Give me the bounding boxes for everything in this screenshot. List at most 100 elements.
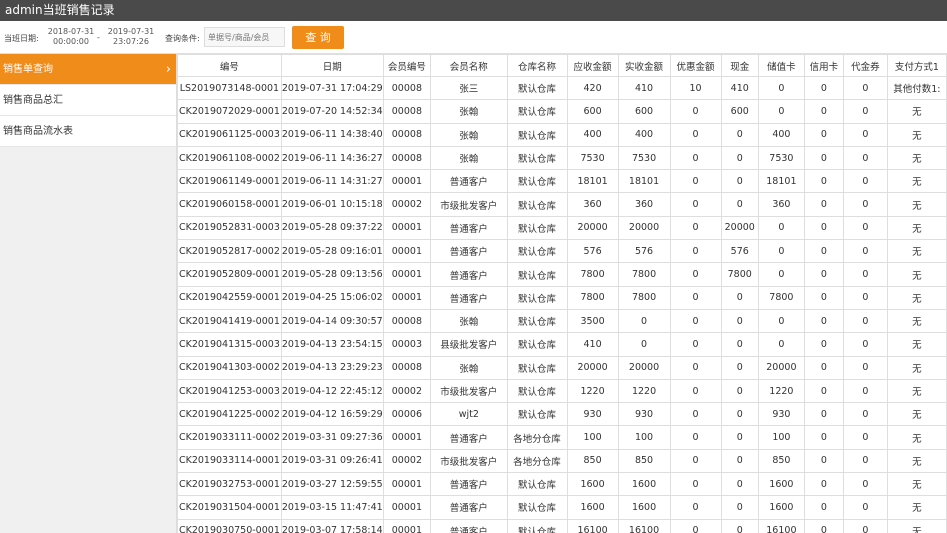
- table-cell: 400: [617, 122, 671, 147]
- column-header[interactable]: 会员编号: [382, 54, 432, 77]
- column-header[interactable]: 会员名称: [430, 54, 508, 77]
- table-cell: 0: [720, 308, 759, 334]
- table-row[interactable]: CK2019072029-0001 2019-07-20 14:52:34 0000…: [177, 99, 947, 124]
- table-cell: 默认仓库: [506, 472, 568, 497]
- table-row[interactable]: CK2019033114-0001 2019-03-31 09:26:41 0000…: [177, 448, 947, 474]
- table-row[interactable]: CK2019052817-0002 2019-05-28 09:16:01 0000…: [177, 239, 947, 264]
- table-cell: CK2019060158-0001: [177, 192, 282, 217]
- table-cell: 其他付数1:: [886, 75, 947, 101]
- table-cell: 1600: [757, 472, 805, 497]
- end-datetime[interactable]: 2019-07-31 23:07:26: [106, 27, 156, 47]
- column-header[interactable]: 信用卡: [803, 54, 844, 77]
- table-cell: 张翰: [430, 122, 508, 147]
- table-cell: 360: [566, 192, 619, 217]
- start-date: 2018-07-31: [47, 27, 95, 36]
- table-row[interactable]: CK2019041419-0001 2019-04-14 09:30:57 0000…: [177, 308, 947, 334]
- table-cell: 0: [803, 355, 844, 380]
- table-cell: 0: [669, 122, 722, 147]
- table-cell: 0: [842, 122, 888, 147]
- column-header[interactable]: 编号: [177, 54, 282, 77]
- table-row[interactable]: CK2019061108-0002 2019-06-11 14:36:27 0000…: [177, 145, 947, 171]
- table-row[interactable]: CK2019032753-0001 2019-03-27 12:59:55 0000…: [177, 472, 947, 497]
- table-cell: 20000: [617, 355, 671, 380]
- table-cell: 0: [757, 215, 805, 241]
- column-header[interactable]: 优惠金额: [669, 54, 722, 77]
- table-cell: 7800: [617, 262, 671, 287]
- table-cell: 0: [617, 332, 671, 357]
- table-row[interactable]: CK2019033111-0002 2019-03-31 09:27:36 0000…: [177, 425, 947, 450]
- table-cell: 0: [757, 308, 805, 334]
- table-cell: 0: [842, 495, 888, 520]
- table-cell: 00002: [382, 448, 432, 474]
- table-cell: 0: [757, 239, 805, 264]
- sidebar-item-sales-flow[interactable]: 销售商品流水表: [0, 116, 176, 147]
- table-row[interactable]: CK2019041315-0003 2019-04-13 23:54:15 0000…: [177, 332, 947, 357]
- table-row[interactable]: CK2019041303-0002 2019-04-13 23:29:23 0000…: [177, 355, 947, 380]
- table-row[interactable]: CK2019060158-0001 2019-06-01 10:15:18 0000…: [177, 192, 947, 217]
- table-cell: 0: [842, 239, 888, 264]
- table-row[interactable]: CK2019041253-0003 2019-04-12 22:45:12 0000…: [177, 378, 947, 404]
- query-button[interactable]: 查 询: [292, 26, 344, 49]
- table-cell: 410: [617, 75, 671, 101]
- table-cell: 0: [842, 169, 888, 194]
- column-header[interactable]: 支付方式1: [886, 54, 947, 77]
- start-datetime[interactable]: 2018-07-31 00:00:00: [46, 27, 96, 47]
- table-cell: 2019-05-28 09:13:56: [280, 262, 384, 287]
- table-cell: 0: [842, 308, 888, 334]
- table-cell: 张三: [430, 75, 508, 101]
- table-row[interactable]: CK2019030750-0001 2019-03-07 17:58:14 0000…: [177, 518, 947, 533]
- table-cell: 普通客户: [430, 169, 508, 194]
- table-row[interactable]: CK2019052831-0003 2019-05-28 09:37:22 0000…: [177, 215, 947, 241]
- table-cell: 360: [617, 192, 671, 217]
- table-row[interactable]: CK2019041225-0002 2019-04-12 16:59:29 0000…: [177, 402, 947, 427]
- table-cell: 无: [886, 448, 947, 474]
- table-cell: 0: [720, 355, 759, 380]
- table-cell: 3500: [566, 308, 619, 334]
- table-cell: 930: [757, 402, 805, 427]
- table-cell: 市级批发客户: [430, 192, 508, 217]
- table-row[interactable]: CK2019061125-0003 2019-06-11 14:38:40 0000…: [177, 122, 947, 147]
- table-cell: 0: [720, 425, 759, 450]
- table-cell: 0: [720, 122, 759, 147]
- table-cell: 0: [842, 215, 888, 241]
- table-cell: 普通客户: [430, 215, 508, 241]
- table-cell: 00001: [382, 495, 432, 520]
- sidebar-item-sales-summary[interactable]: 销售商品总汇: [0, 85, 176, 116]
- table-row[interactable]: LS2019073148-0001 2019-07-31 17:04:29 0000…: [177, 75, 947, 101]
- search-input[interactable]: [204, 27, 285, 47]
- table-cell: 无: [886, 99, 947, 124]
- column-header[interactable]: 应收金额: [566, 54, 619, 77]
- table-row[interactable]: CK2019031504-0001 2019-03-15 11:47:41 0000…: [177, 495, 947, 520]
- table-row[interactable]: CK2019042559-0001 2019-04-25 15:06:02 0000…: [177, 285, 947, 310]
- table-cell: 00001: [382, 169, 432, 194]
- table-cell: 2019-04-12 16:59:29: [280, 402, 384, 427]
- table-cell: 普通客户: [430, 262, 508, 287]
- table-cell: 930: [617, 402, 671, 427]
- table-row[interactable]: CK2019061149-0001 2019-06-11 14:31:27 0000…: [177, 169, 947, 194]
- column-header[interactable]: 实收金额: [617, 54, 671, 77]
- sidebar: 销售单查询 › 销售商品总汇 销售商品流水表: [0, 54, 176, 533]
- column-header[interactable]: 日期: [280, 54, 384, 77]
- table-row[interactable]: CK2019052809-0001 2019-05-28 09:13:56 0000…: [177, 262, 947, 287]
- table-cell: 无: [886, 169, 947, 194]
- table-cell: 市级批发客户: [430, 448, 508, 474]
- table-cell: 2019-03-31 09:26:41: [280, 448, 384, 474]
- table-cell: wjt2: [430, 402, 508, 427]
- column-header[interactable]: 储值卡: [757, 54, 805, 77]
- sidebar-item-sales-order-query[interactable]: 销售单查询 ›: [0, 54, 176, 85]
- table-cell: 00001: [382, 425, 432, 450]
- table-cell: 0: [842, 145, 888, 171]
- table-cell: 2019-07-20 14:52:34: [280, 99, 384, 124]
- table-cell: 2019-07-31 17:04:29: [280, 75, 384, 101]
- column-header[interactable]: 现金: [720, 54, 759, 77]
- table-cell: 0: [842, 262, 888, 287]
- table-cell: 7800: [617, 285, 671, 310]
- column-header[interactable]: 代金券: [842, 54, 888, 77]
- window-title: admin当班销售记录: [0, 0, 947, 21]
- table-cell: 默认仓库: [506, 518, 568, 533]
- table-cell: 默认仓库: [506, 192, 568, 217]
- table-cell: 普通客户: [430, 518, 508, 533]
- table-cell: 0: [669, 145, 722, 171]
- column-header[interactable]: 仓库名称: [506, 54, 568, 77]
- table-cell: CK2019030750-0001: [177, 518, 282, 533]
